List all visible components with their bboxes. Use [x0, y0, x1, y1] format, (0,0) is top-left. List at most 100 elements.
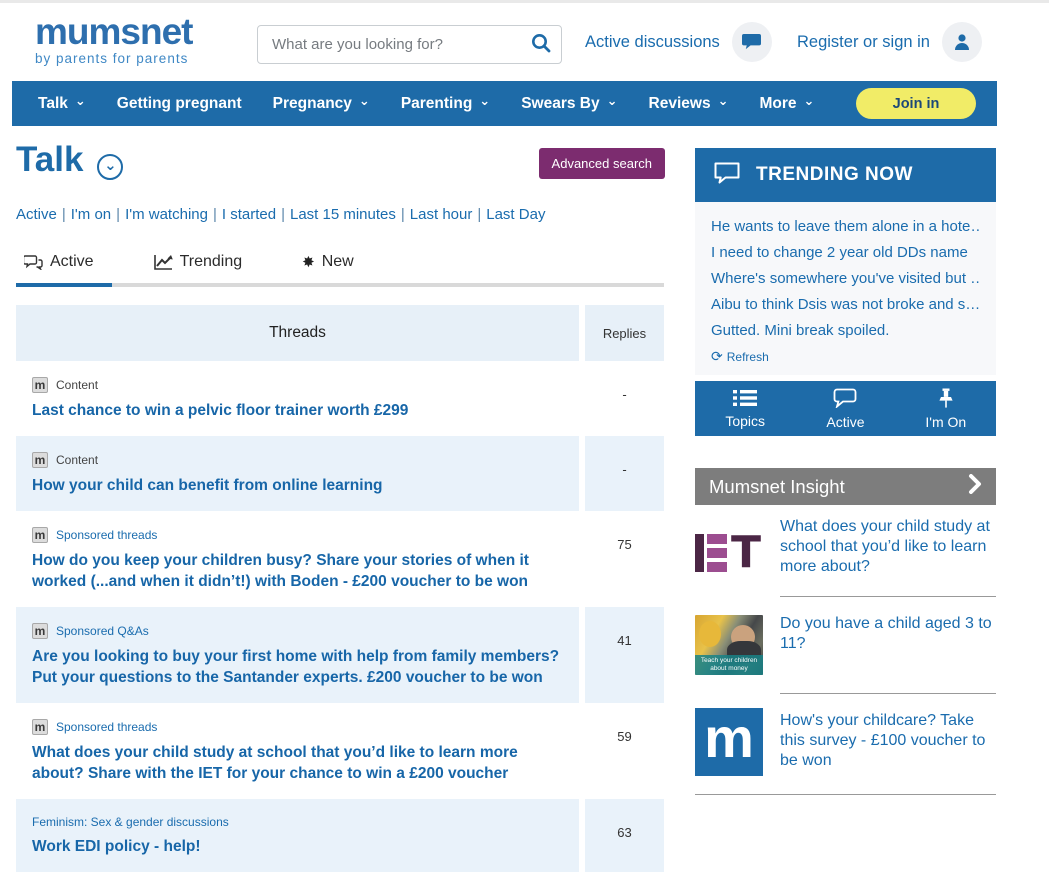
- thread-title[interactable]: Work EDI policy - help!: [32, 836, 563, 857]
- starburst-icon: ✸: [302, 254, 315, 271]
- logo-wordmark: mumsnet: [35, 11, 193, 52]
- table-row[interactable]: m Sponsored Q&As Are you looking to buy y…: [16, 607, 664, 703]
- quickbar-topics-label: Topics: [725, 412, 765, 429]
- insight-item-text[interactable]: How's your childcare? Take this survey -…: [780, 708, 996, 776]
- mumsnet-logo[interactable]: mumsnet by parents for parents: [35, 11, 193, 67]
- user-icon: [941, 22, 982, 62]
- refresh-link[interactable]: ⟳ Refresh: [711, 348, 980, 365]
- filter-i-started[interactable]: I started: [222, 206, 276, 223]
- logo-tagline: by parents for parents: [35, 51, 189, 66]
- photo-caption: Teach your children about money: [695, 655, 763, 675]
- page-title: Talk: [16, 140, 84, 179]
- refresh-label: Refresh: [726, 349, 769, 364]
- mumsnet-badge-icon: m: [32, 719, 48, 735]
- nav-item-pregnancy[interactable]: Pregnancy ⌄: [273, 93, 370, 113]
- tab-active[interactable]: Active: [16, 253, 102, 283]
- speech-bubble-outline-icon: [713, 161, 741, 190]
- nav-item-talk[interactable]: Talk ⌄: [38, 92, 86, 113]
- mumsnet-insight-header[interactable]: Mumsnet Insight: [695, 468, 996, 505]
- filter-last-15-minutes[interactable]: Last 15 minutes: [290, 206, 396, 223]
- thread-title[interactable]: Last chance to win a pelvic floor traine…: [32, 400, 563, 421]
- insight-item-text[interactable]: What does your child study at school tha…: [780, 514, 996, 582]
- nav-item-parenting[interactable]: Parenting ⌄: [401, 92, 491, 113]
- chevron-down-icon: ⌄: [717, 92, 729, 108]
- thread-category-link[interactable]: Sponsored Q&As: [56, 624, 149, 638]
- search-input[interactable]: [258, 36, 521, 53]
- mumsnet-badge-icon: m: [32, 527, 48, 543]
- quickbar-topics[interactable]: Topics: [695, 381, 795, 436]
- threads-table: Threads Replies m Content Last chance to …: [16, 305, 664, 872]
- title-chevron-icon[interactable]: ⌄: [97, 153, 124, 180]
- table-row[interactable]: Feminism: Sex & gender discussions Work …: [16, 799, 664, 872]
- thread-category-link[interactable]: Feminism: Sex & gender discussions: [32, 815, 229, 829]
- search-button[interactable]: [521, 26, 561, 63]
- pin-icon: [938, 388, 954, 411]
- trending-item[interactable]: Aibu to think Dsis was not broke and s…: [711, 292, 980, 318]
- reply-count: 63: [585, 799, 664, 872]
- threads-column-header: Threads: [16, 305, 579, 361]
- filter-last-hour[interactable]: Last hour: [410, 206, 473, 223]
- quickbar-im-on[interactable]: I'm On: [896, 381, 996, 436]
- filter-active[interactable]: Active: [16, 206, 57, 223]
- tab-trending[interactable]: Trending: [146, 253, 251, 283]
- filter-im-on[interactable]: I'm on: [71, 206, 111, 223]
- insight-item[interactable]: Teach your children about money Do you h…: [695, 611, 996, 679]
- table-row[interactable]: m Sponsored threads How do you keep your …: [16, 511, 664, 607]
- tab-new-label: New: [321, 253, 354, 270]
- thread-title[interactable]: How do you keep your children busy? Shar…: [32, 550, 563, 592]
- chevron-down-icon: ⌄: [479, 92, 491, 108]
- reply-count: 41: [585, 607, 664, 703]
- table-row[interactable]: m Content Last chance to win a pelvic flo…: [16, 361, 664, 436]
- chat-bubble-icon: [731, 22, 772, 62]
- register-signin-link[interactable]: Register or sign in: [797, 3, 982, 81]
- insight-item[interactable]: m How's your childcare? Take this survey…: [695, 708, 996, 776]
- nav-item-more[interactable]: More ⌄: [759, 93, 814, 113]
- divider: [780, 596, 996, 597]
- filter-im-watching[interactable]: I'm watching: [125, 206, 208, 223]
- trending-item[interactable]: He wants to leave them alone in a hote…: [711, 214, 980, 240]
- nav-item-reviews[interactable]: Reviews ⌄: [649, 92, 729, 113]
- chevron-down-icon: ⌄: [606, 92, 618, 108]
- trending-now-header: TRENDING NOW: [695, 148, 996, 202]
- main-navbar: Talk ⌄ Getting pregnant Pregnancy ⌄ Parent…: [12, 81, 997, 126]
- filter-last-day[interactable]: Last Day: [486, 206, 545, 223]
- reply-count: 59: [585, 703, 664, 799]
- tab-new[interactable]: ✸ New: [294, 253, 362, 283]
- table-row[interactable]: m Sponsored threads What does your child …: [16, 703, 664, 799]
- divider: [695, 794, 996, 795]
- thread-tabs: Active Trending ✸ New: [16, 253, 664, 283]
- trending-item[interactable]: Gutted. Mini break spoiled.: [711, 318, 980, 344]
- trending-item[interactable]: I need to change 2 year old DDs name: [711, 240, 980, 266]
- insight-item-text[interactable]: Do you have a child aged 3 to 11?: [780, 611, 996, 679]
- line-chart-icon: [153, 254, 173, 270]
- thread-category-link[interactable]: Sponsored threads: [56, 720, 157, 734]
- join-in-button[interactable]: Join in: [856, 88, 976, 119]
- reply-count: 75: [585, 511, 664, 607]
- chevron-down-icon: ⌄: [74, 92, 86, 108]
- nav-item-getting-pregnant[interactable]: Getting pregnant: [117, 95, 242, 113]
- thread-title[interactable]: How your child can benefit from online l…: [32, 475, 563, 496]
- nav-item-swears-by[interactable]: Swears By ⌄: [521, 92, 618, 113]
- quickbar-active[interactable]: Active: [795, 381, 895, 436]
- quickbar-active-label: Active: [826, 413, 865, 430]
- sidebar: TRENDING NOW He wants to leave them alon…: [695, 148, 996, 809]
- trending-item[interactable]: Where's somewhere you've visited but …: [711, 266, 980, 292]
- active-discussions-link[interactable]: Active discussions: [585, 3, 772, 81]
- thread-title[interactable]: Are you looking to buy your first home w…: [32, 646, 563, 688]
- advanced-search-button[interactable]: Advanced search: [538, 148, 665, 179]
- search-icon: [530, 32, 552, 57]
- thread-category: Content: [56, 453, 99, 467]
- mumsnet-badge-icon: m: [32, 377, 48, 393]
- table-row[interactable]: m Content How your child can benefit from…: [16, 436, 664, 511]
- search-box: [257, 25, 562, 64]
- chat-bubbles-icon: [24, 254, 43, 270]
- quick-nav-bar: Topics Active I'm On: [695, 381, 996, 436]
- table-header: Threads Replies: [16, 305, 664, 361]
- thread-title[interactable]: What does your child study at school tha…: [32, 742, 563, 784]
- reply-count: -: [585, 436, 664, 511]
- thread-category-link[interactable]: Sponsored threads: [56, 528, 157, 542]
- mumsnet-badge-icon: m: [32, 452, 48, 468]
- quickbar-im-on-label: I'm On: [925, 413, 967, 430]
- mumsnet-badge-icon: m: [32, 623, 48, 639]
- insight-item[interactable]: T What does your child study at school t…: [695, 514, 996, 582]
